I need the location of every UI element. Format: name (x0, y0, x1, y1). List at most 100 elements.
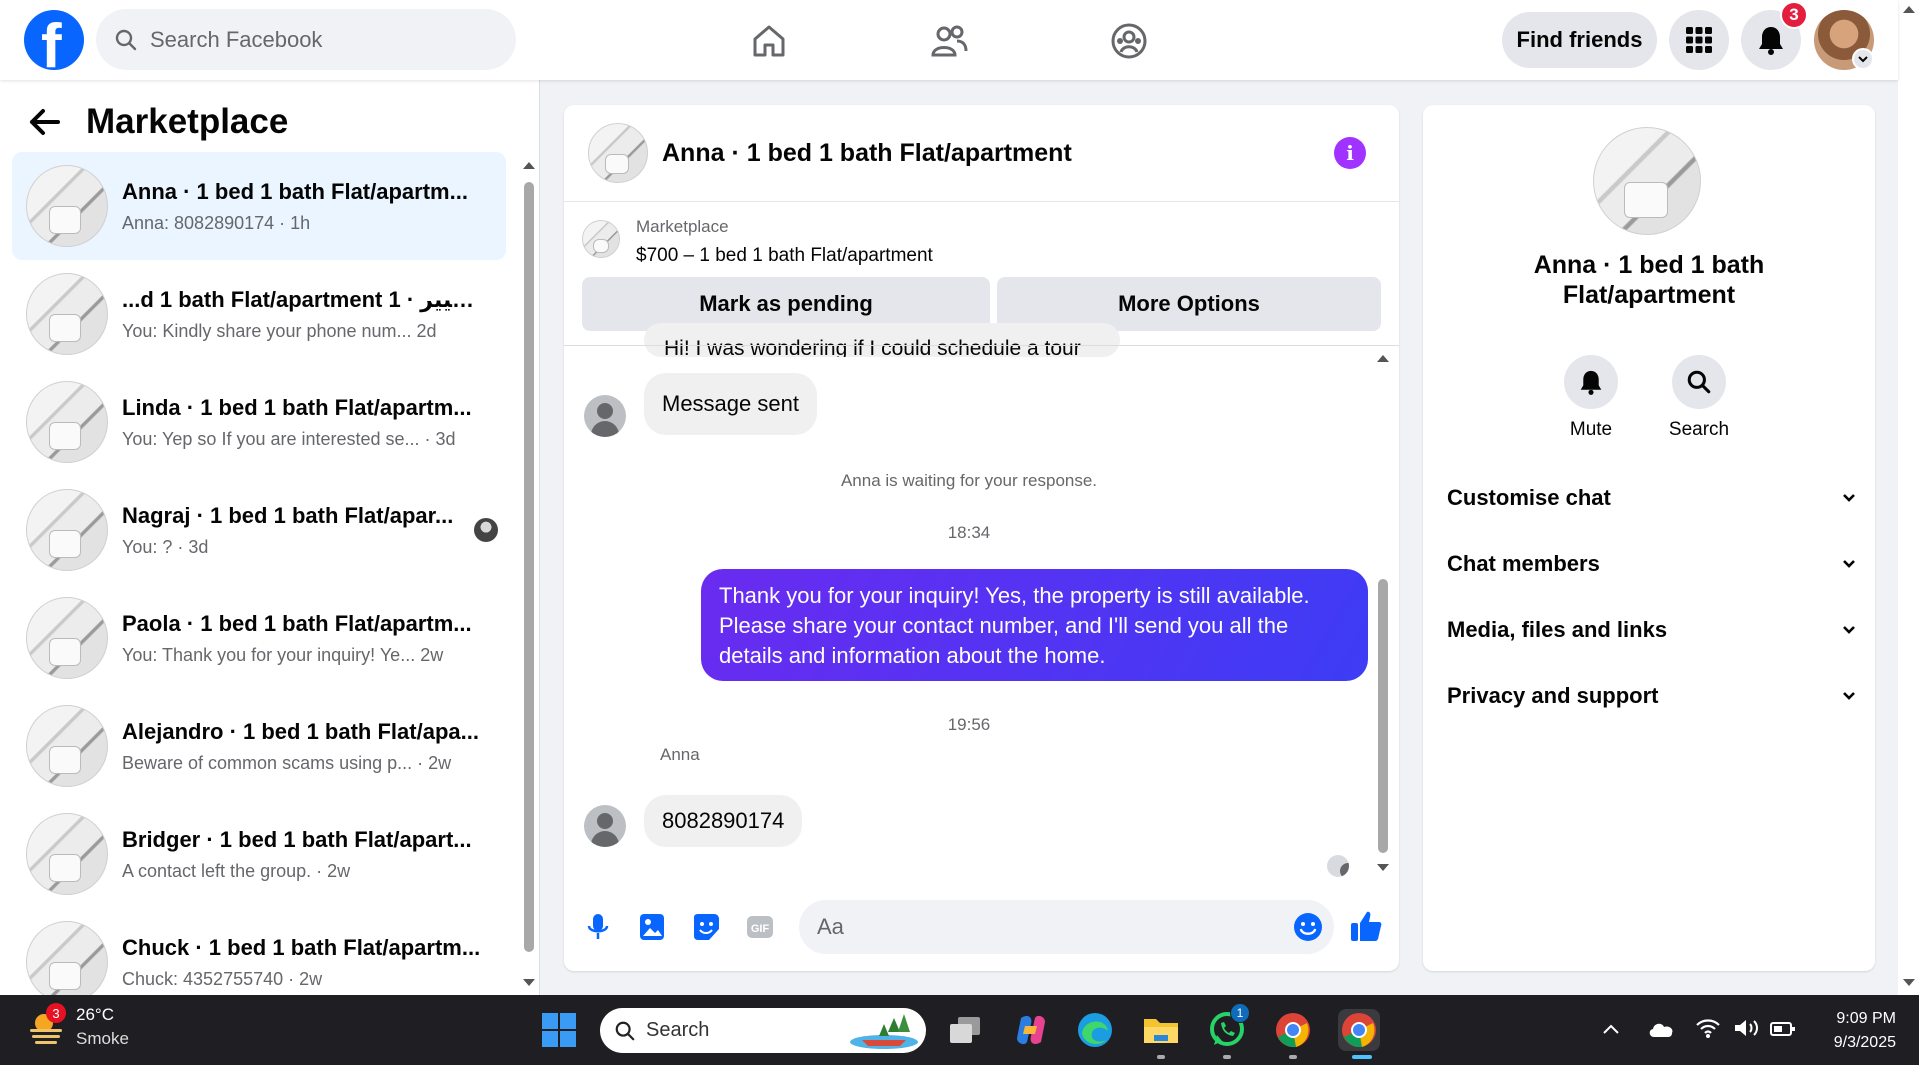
wifi-icon[interactable] (1695, 1017, 1721, 1039)
windows-taskbar: 3 26°C Smoke 1 9:09 PM (0, 995, 1919, 1065)
microphone-icon[interactable] (582, 911, 614, 943)
page-scroll-down-icon[interactable] (1902, 978, 1916, 988)
system-clock[interactable]: 9:09 PM 9/3/2025 (1800, 1007, 1896, 1055)
sender-avatar (584, 805, 626, 847)
chrome-app[interactable] (1272, 1009, 1314, 1051)
chat-members-section[interactable]: Chat members (1447, 544, 1857, 584)
privacy-support-section[interactable]: Privacy and support (1447, 676, 1857, 716)
chevron-down-icon (1843, 626, 1855, 634)
mute-label: Mute (1569, 419, 1613, 440)
notification-count-badge: 3 (1780, 1, 1808, 29)
photo-icon[interactable] (636, 911, 668, 943)
conversation-item[interactable]: Paola · 1 bed 1 bath Flat/apartm... You:… (12, 584, 506, 692)
clock-date: 9/3/2025 (1833, 1034, 1896, 1051)
read-receipt-avatar (474, 518, 498, 542)
chat-header: Anna · 1 bed 1 bath Flat/apartment i (564, 105, 1399, 202)
task-view-button[interactable] (944, 1009, 986, 1051)
marketplace-label: Marketplace (636, 217, 729, 236)
file-explorer-app[interactable] (1140, 1009, 1182, 1051)
conversation-item[interactable]: ...d 1 bath Flat/apartment 1 · خافيير Yo… (12, 260, 506, 368)
page-scrollbar[interactable] (1898, 0, 1919, 995)
message-composer[interactable] (799, 900, 1334, 954)
conversation-item[interactable]: Linda · 1 bed 1 bath Flat/apartm... You:… (12, 368, 506, 476)
sidebar-scrollbar-thumb[interactable] (524, 182, 534, 952)
conversation-item[interactable]: Bridger · 1 bed 1 bath Flat/apart... A c… (12, 800, 506, 908)
search-icon (115, 29, 137, 50)
seen-receipt-avatar (1327, 855, 1349, 877)
groups-icon (1111, 23, 1147, 59)
sticker-icon[interactable] (690, 911, 722, 943)
home-nav-button[interactable] (746, 18, 792, 64)
friends-nav-button[interactable] (926, 18, 972, 64)
search-label: Search (1668, 419, 1730, 440)
bell-icon (1759, 27, 1783, 55)
customise-chat-section[interactable]: Customise chat (1447, 478, 1857, 518)
chevron-up-icon[interactable] (1602, 1023, 1620, 1035)
emoji-icon[interactable] (1292, 911, 1324, 943)
page-scroll-up-icon[interactable] (1902, 4, 1916, 14)
edge-browser-app[interactable] (1074, 1009, 1116, 1051)
copilot-icon (1017, 1015, 1045, 1045)
conversation-item[interactable]: Nagraj · 1 bed 1 bath Flat/apar... You: … (12, 476, 506, 584)
find-friends-button[interactable]: Find friends (1502, 12, 1657, 68)
like-thumbs-up-icon[interactable] (1348, 908, 1384, 944)
taskbar-search-input[interactable] (646, 1019, 806, 1042)
listing-price-title[interactable]: $700 – 1 bed 1 bath Flat/apartment (636, 245, 933, 267)
listing-thumbnail (26, 273, 108, 355)
chat-title[interactable]: Anna · 1 bed 1 bath Flat/apartment (662, 139, 1072, 168)
conversation-preview: You: Yep so If you are interested se... … (122, 428, 456, 449)
back-arrow-icon[interactable] (28, 107, 62, 137)
volume-icon[interactable] (1733, 1017, 1761, 1039)
conversation-preview: Chuck: 4352755740 · 2w (122, 968, 323, 989)
svg-text:GIF: GIF (751, 923, 770, 935)
chevron-down-icon (1843, 560, 1855, 568)
facebook-logo[interactable]: f (24, 10, 84, 70)
weather-widget[interactable]: 3 26°C Smoke (26, 1003, 129, 1049)
chat-panel: Anna · 1 bed 1 bath Flat/apartment i Mar… (564, 105, 1399, 971)
chrome-icon (1342, 1013, 1376, 1048)
conversation-info-panel: Anna · 1 bed 1 bath Flat/apartment Mute … (1423, 105, 1875, 971)
chat-listing-thumbnail[interactable] (588, 123, 648, 183)
clock-time: 9:09 PM (1836, 1010, 1896, 1027)
message-input[interactable] (817, 914, 1257, 940)
conversation-item[interactable]: Chuck · 1 bed 1 bath Flat/apartm... Chuc… (12, 908, 506, 995)
listing-profile-picture[interactable] (1593, 127, 1701, 235)
conversation-item[interactable]: Alejandro · 1 bed 1 bath Flat/apa... Bew… (12, 692, 506, 800)
copilot-app[interactable] (1010, 1009, 1052, 1051)
grid-menu-icon (1686, 27, 1712, 53)
listing-thumbnail (26, 921, 108, 995)
taskbar-search-box[interactable] (600, 1008, 926, 1053)
battery-icon[interactable] (1770, 1021, 1796, 1037)
top-navigation-bar: f Find friends 3 (0, 0, 1898, 80)
windows-logo-icon (542, 1013, 576, 1047)
sender-avatar (584, 395, 626, 437)
sidebar-title: Marketplace (86, 102, 289, 141)
bell-icon (1580, 370, 1602, 395)
search-in-conversation-action[interactable]: Search (1644, 355, 1754, 441)
chat-scroll-down-icon[interactable] (1376, 863, 1390, 873)
media-files-links-section[interactable]: Media, files and links (1447, 610, 1857, 650)
conversation-info-button[interactable]: i (1334, 137, 1366, 169)
conversation-title: Linda · 1 bed 1 bath Flat/apartm... (122, 394, 472, 420)
onedrive-cloud-icon[interactable] (1647, 1019, 1675, 1039)
start-button[interactable] (538, 1009, 580, 1051)
chat-scroll-up-icon[interactable] (1376, 353, 1390, 363)
chrome-profile-app-active[interactable] (1338, 1009, 1380, 1051)
menu-button[interactable] (1669, 10, 1729, 70)
message-area-divider (564, 345, 1399, 346)
sidebar-scroll-down-icon[interactable] (522, 978, 536, 988)
account-menu-button[interactable] (1852, 48, 1874, 70)
gif-icon[interactable]: GIF (744, 911, 776, 943)
conversation-title: Anna · 1 bed 1 bath Flat/apartm... (122, 178, 468, 204)
chat-scrollbar-thumb[interactable] (1378, 579, 1388, 853)
mute-action[interactable]: Mute (1536, 355, 1646, 441)
conversation-title: Chuck · 1 bed 1 bath Flat/apartm... (122, 934, 481, 960)
facebook-search-input[interactable] (150, 26, 450, 53)
conversation-title: Nagraj · 1 bed 1 bath Flat/apar... (122, 502, 454, 528)
facebook-search-box[interactable] (96, 9, 516, 70)
message-timestamp: 19:56 (947, 715, 991, 734)
conversation-item[interactable]: Anna · 1 bed 1 bath Flat/apartm... Anna:… (12, 152, 506, 260)
groups-nav-button[interactable] (1106, 18, 1152, 64)
sidebar-scroll-up-icon[interactable] (522, 160, 536, 170)
message-bubble-incoming-partial: Hi! I was wondering if I could schedule … (644, 323, 1120, 357)
